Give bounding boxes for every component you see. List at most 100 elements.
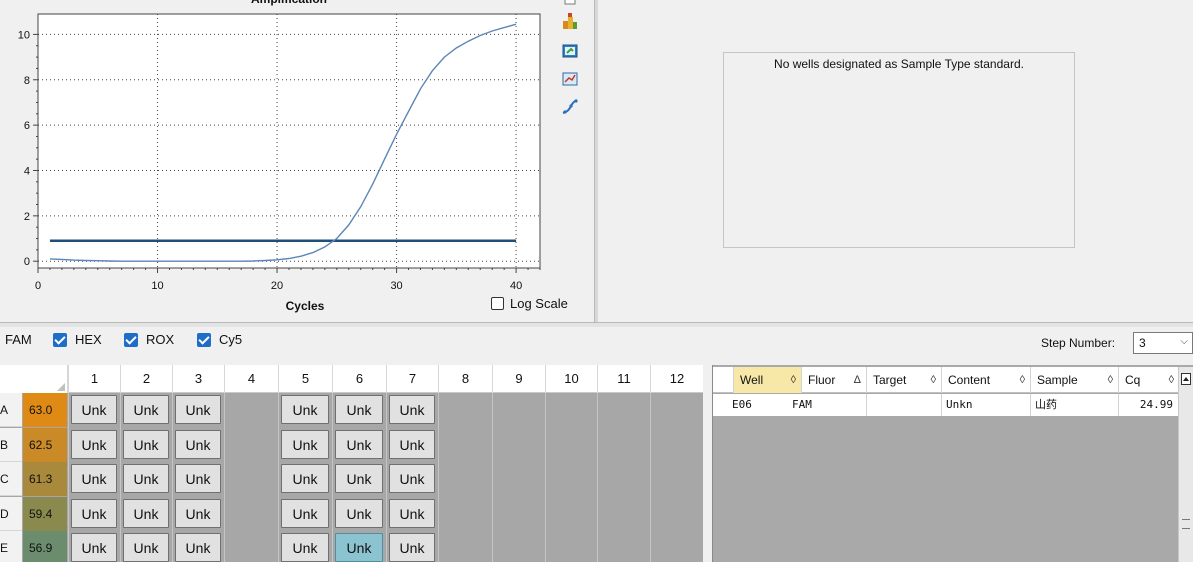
well-E11[interactable]: [597, 531, 650, 562]
well-B3[interactable]: Unk: [172, 428, 224, 462]
well-button[interactable]: Unk: [71, 464, 117, 493]
column-header-4[interactable]: 4: [224, 365, 278, 393]
column-header-7[interactable]: 7: [386, 365, 438, 393]
step-number-select[interactable]: 3 ⌵: [1133, 332, 1193, 354]
well-A9[interactable]: [492, 393, 545, 427]
hex-checkbox[interactable]: [53, 332, 67, 347]
well-D4[interactable]: [224, 497, 278, 531]
well-button[interactable]: Unk: [123, 395, 169, 424]
well-A11[interactable]: [597, 393, 650, 427]
column-header-5[interactable]: 5: [278, 365, 332, 393]
well-D12[interactable]: [650, 497, 703, 531]
well-B5[interactable]: Unk: [278, 428, 332, 462]
well-C12[interactable]: [650, 462, 703, 496]
well-button[interactable]: Unk: [175, 395, 221, 424]
well-button[interactable]: Unk: [71, 429, 117, 459]
well-D3[interactable]: Unk: [172, 497, 224, 531]
log-scale-toggle[interactable]: Log Scale: [491, 296, 568, 311]
well-button[interactable]: Unk: [123, 533, 169, 562]
fluor-filter-rox[interactable]: ROX: [124, 332, 174, 347]
well-button[interactable]: Unk: [71, 498, 117, 528]
well-C9[interactable]: [492, 462, 545, 496]
well-C4[interactable]: [224, 462, 278, 496]
well-button[interactable]: Unk: [335, 464, 383, 493]
row-label[interactable]: A: [0, 393, 22, 427]
fluor-filter-hex[interactable]: HEX: [53, 332, 102, 347]
well-D10[interactable]: [545, 497, 597, 531]
well-E12[interactable]: [650, 531, 703, 562]
well-E10[interactable]: [545, 531, 597, 562]
well-A5[interactable]: Unk: [278, 393, 332, 427]
well-button[interactable]: Unk: [123, 464, 169, 493]
well-A7[interactable]: Unk: [386, 393, 438, 427]
well-B7[interactable]: Unk: [386, 428, 438, 462]
well-C6[interactable]: Unk: [332, 462, 386, 496]
well-E7[interactable]: Unk: [386, 531, 438, 562]
well-button[interactable]: Unk: [175, 533, 221, 562]
header-cq[interactable]: Cq ◊: [1118, 367, 1179, 393]
well-D8[interactable]: [438, 497, 492, 531]
well-A2[interactable]: Unk: [120, 393, 172, 427]
well-button[interactable]: Unk: [281, 498, 329, 528]
rox-checkbox[interactable]: [124, 332, 138, 347]
well-button[interactable]: Unk: [389, 429, 435, 459]
well-E6[interactable]: Unk: [332, 531, 386, 562]
well-button[interactable]: Unk: [123, 498, 169, 528]
header-well[interactable]: Well ◊: [733, 367, 801, 393]
well-button[interactable]: Unk: [281, 429, 329, 459]
header-content[interactable]: Content ◊: [941, 367, 1030, 393]
fluor-filter-fam[interactable]: FAM: [5, 332, 32, 347]
well-button[interactable]: Unk: [335, 429, 383, 459]
well-B2[interactable]: Unk: [120, 428, 172, 462]
column-header-9[interactable]: 9: [492, 365, 545, 393]
well-B1[interactable]: Unk: [68, 428, 120, 462]
well-C1[interactable]: Unk: [68, 462, 120, 496]
log-scale-checkbox[interactable]: [491, 297, 504, 310]
column-header-2[interactable]: 2: [120, 365, 172, 393]
well-E1[interactable]: Unk: [68, 531, 120, 562]
vertical-splitter[interactable]: [594, 0, 598, 322]
export-icon[interactable]: [561, 12, 579, 30]
well-A1[interactable]: Unk: [68, 393, 120, 427]
well-button[interactable]: Unk: [175, 464, 221, 493]
well-D9[interactable]: [492, 497, 545, 531]
well-A6[interactable]: Unk: [332, 393, 386, 427]
well-button[interactable]: Unk: [389, 464, 435, 493]
well-C7[interactable]: Unk: [386, 462, 438, 496]
fluor-filter-cy5[interactable]: Cy5: [197, 332, 242, 347]
well-C10[interactable]: [545, 462, 597, 496]
row-label[interactable]: C: [0, 462, 22, 496]
well-D6[interactable]: Unk: [332, 497, 386, 531]
results-scrollbar[interactable]: [1178, 367, 1193, 562]
header-sample[interactable]: Sample ◊: [1030, 367, 1118, 393]
column-header-3[interactable]: 3: [172, 365, 224, 393]
header-fluor[interactable]: Fluor Δ: [801, 367, 866, 393]
well-button[interactable]: Unk: [335, 533, 383, 562]
well-D7[interactable]: Unk: [386, 497, 438, 531]
chart-settings-icon[interactable]: [561, 0, 579, 6]
well-B11[interactable]: [597, 428, 650, 462]
curve-fit-icon[interactable]: [561, 98, 579, 116]
well-E4[interactable]: [224, 531, 278, 562]
well-A8[interactable]: [438, 393, 492, 427]
table-row[interactable]: E06 FAM Unkn 山药 24.99: [713, 394, 1179, 416]
row-label[interactable]: B: [0, 427, 22, 462]
well-E9[interactable]: [492, 531, 545, 562]
well-C3[interactable]: Unk: [172, 462, 224, 496]
well-E3[interactable]: Unk: [172, 531, 224, 562]
well-button[interactable]: Unk: [335, 395, 383, 424]
zoom-icon[interactable]: [561, 70, 579, 88]
well-button[interactable]: Unk: [281, 533, 329, 562]
well-button[interactable]: Unk: [389, 498, 435, 528]
well-A4[interactable]: [224, 393, 278, 427]
well-button[interactable]: Unk: [335, 498, 383, 528]
well-E5[interactable]: Unk: [278, 531, 332, 562]
well-A3[interactable]: Unk: [172, 393, 224, 427]
well-B9[interactable]: [492, 428, 545, 462]
column-header-6[interactable]: 6: [332, 365, 386, 393]
row-label[interactable]: E: [0, 531, 22, 562]
well-button[interactable]: Unk: [281, 464, 329, 493]
well-A10[interactable]: [545, 393, 597, 427]
well-button[interactable]: Unk: [175, 498, 221, 528]
cy5-checkbox[interactable]: [197, 332, 211, 347]
